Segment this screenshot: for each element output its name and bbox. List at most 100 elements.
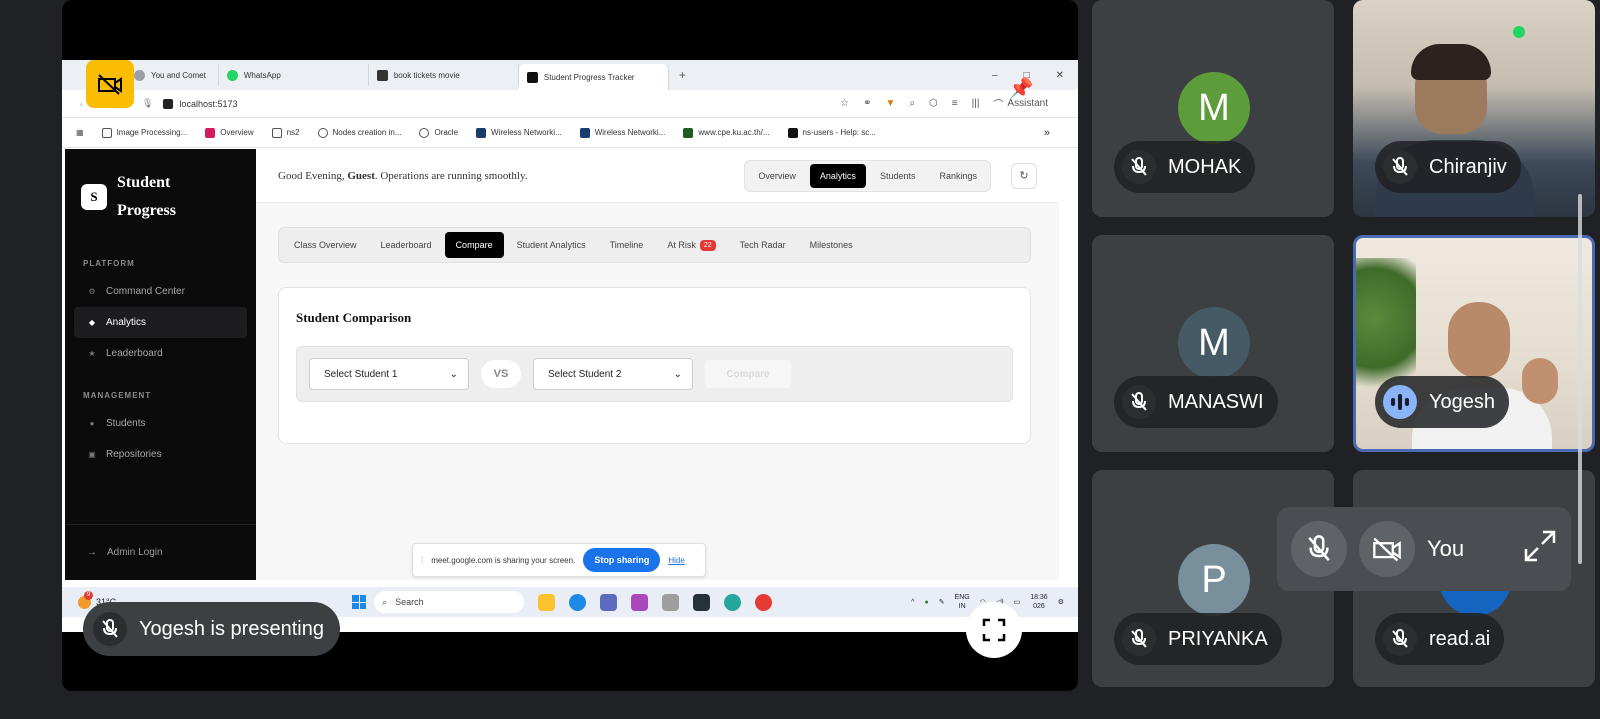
mic-toggle-button[interactable]	[1291, 521, 1347, 577]
presenting-text: Yogesh is presenting	[139, 617, 324, 640]
expand-icon[interactable]	[1523, 529, 1557, 569]
top-bar: Good Evening, Guest. Operations are runn…	[256, 149, 1059, 203]
tab-analytics[interactable]: Analytics	[809, 163, 866, 188]
refresh-button[interactable]: ↻	[1011, 162, 1037, 189]
metamask-icon[interactable]: ▼	[886, 98, 896, 109]
pen-icon[interactable]: ✎	[939, 598, 945, 606]
sidebar-item-command-center[interactable]: ⚙ Command Center	[74, 276, 247, 307]
stop-sharing-button[interactable]: Stop sharing	[583, 548, 661, 572]
participant-tile[interactable]: M MOHAK	[1092, 0, 1334, 217]
address-bar[interactable]: localhost:5173	[163, 98, 237, 109]
sidebar-item-label: Repositories	[106, 449, 162, 460]
subtab-class-overview[interactable]: Class Overview	[283, 232, 368, 258]
copilot-icon[interactable]	[631, 593, 649, 611]
compare-button[interactable]: Compare	[705, 360, 791, 388]
apps-grid-icon[interactable]: ▦	[76, 128, 84, 137]
fullscreen-button[interactable]	[966, 602, 1022, 658]
subtab-milestones[interactable]: Milestones	[799, 232, 864, 258]
sidebar-item-repositories[interactable]: ▣ Repositories	[74, 439, 247, 470]
participant-name: Yogesh	[1429, 390, 1495, 413]
subtab-tech-radar[interactable]: Tech Radar	[729, 232, 797, 258]
notification-icon[interactable]: ⚙	[1058, 598, 1064, 606]
pin-icon[interactable]: 📌	[1006, 70, 1036, 106]
taskbar-apps	[538, 593, 773, 611]
bookmark[interactable]: Nodes creation in...	[317, 127, 401, 138]
minimize-icon[interactable]: –	[992, 70, 998, 81]
windows-start-icon[interactable]	[352, 595, 367, 609]
participant-tile[interactable]: M MANASWI	[1092, 235, 1334, 452]
menu-lines-icon[interactable]: ≡	[952, 98, 958, 109]
participant-nametag: MOHAK	[1114, 141, 1256, 193]
teams-icon[interactable]	[600, 593, 618, 611]
comparison-card: Student Comparison Select Student 1 ⌄ VS…	[278, 287, 1031, 444]
bookmark[interactable]: Wireless Networki...	[476, 127, 562, 138]
bookmark[interactable]: ns-users - Help: sc...	[787, 127, 876, 138]
microphone-icon[interactable]: ●	[924, 599, 928, 606]
bookmark[interactable]: Wireless Networki...	[579, 127, 665, 138]
bookmark[interactable]: Image Processing...	[101, 127, 187, 138]
app-icon[interactable]	[693, 593, 711, 611]
link-icon[interactable]: ⚭	[863, 98, 871, 109]
battery-icon[interactable]: ▭	[1014, 598, 1021, 606]
participant-tile-active-speaker[interactable]: Yogesh	[1353, 235, 1595, 452]
browser-tab[interactable]: WhatsApp	[219, 64, 369, 86]
lang-top: ENG	[954, 594, 970, 601]
tab-overview[interactable]: Overview	[748, 164, 806, 188]
participant-nametag: Yogesh	[1375, 376, 1509, 428]
subtab-leaderboard[interactable]: Leaderboard	[370, 232, 443, 258]
extensions-icon[interactable]: ⬡	[929, 98, 938, 109]
student-2-select[interactable]: Select Student 2 ⌄	[533, 358, 693, 390]
sidebar-item-analytics[interactable]: ◆ Analytics	[74, 307, 247, 338]
mic-off-icon	[1383, 150, 1417, 184]
clock[interactable]: 18:36 026	[1030, 593, 1048, 611]
microphone-icon[interactable]: 🎙	[142, 98, 153, 109]
sidebar-item-students[interactable]: ● Students	[74, 408, 247, 439]
camera-toggle-button[interactable]	[1359, 521, 1415, 577]
bookmark-label: Wireless Networki...	[491, 128, 562, 137]
avatar: P	[1178, 544, 1250, 616]
logo: S	[81, 184, 107, 210]
bookmark[interactable]: Oracle	[419, 127, 458, 138]
drag-handle-icon[interactable]: ⁞	[421, 556, 423, 565]
hide-link[interactable]: Hide	[668, 556, 684, 565]
tiles-scrollbar[interactable]	[1578, 194, 1582, 564]
edge-icon[interactable]	[569, 593, 587, 611]
participant-tile[interactable]: Chiranjiv	[1353, 0, 1595, 217]
bookmark[interactable]: ns2	[271, 127, 300, 138]
comet-icon[interactable]	[724, 593, 742, 611]
close-icon[interactable]: ✕	[1056, 70, 1064, 81]
subtab-student-analytics[interactable]: Student Analytics	[506, 232, 597, 258]
arrow-right-icon: →	[87, 547, 97, 558]
bookmark[interactable]: www.cpe.ku.ac.th/...	[683, 127, 770, 138]
browser-tab[interactable]: book tickets movie	[369, 64, 519, 86]
bookmark-label: ns2	[286, 128, 300, 137]
admin-login-link[interactable]: → Admin Login	[65, 524, 256, 580]
file-explorer-icon[interactable]	[538, 593, 556, 611]
taskbar-search[interactable]: ⌕ Search	[374, 591, 525, 613]
subtab-timeline[interactable]: Timeline	[599, 232, 655, 258]
chevron-up-icon[interactable]: ^	[911, 599, 914, 606]
more-bookmarks-icon[interactable]: »	[1044, 127, 1078, 139]
sidebar-item-leaderboard[interactable]: ★ Leaderboard	[74, 338, 247, 369]
new-tab-button[interactable]: +	[669, 68, 696, 82]
browser-tab-active[interactable]: Student Progress Tracker	[518, 64, 669, 90]
tab-students[interactable]: Students	[870, 164, 926, 188]
snipping-tool-icon[interactable]	[662, 593, 680, 611]
subtab-at-risk[interactable]: At Risk 22	[656, 232, 726, 259]
language-indicator[interactable]: ENG IN	[955, 593, 970, 611]
zoom-icon[interactable]: ⌕	[909, 98, 915, 109]
bookmark[interactable]: Overview	[205, 127, 254, 138]
student-1-select[interactable]: Select Student 1 ⌄	[309, 358, 469, 390]
bookmarks-bar: ▦ Image Processing... Overview ns2 Nodes…	[62, 118, 1078, 148]
back-icon[interactable]: ‹	[80, 99, 83, 109]
presenter-label: Yogesh is presenting	[83, 602, 340, 656]
site-info-icon[interactable]	[163, 98, 174, 109]
greeting-prefix: Good Evening,	[278, 169, 345, 182]
select-value: Select Student 1	[324, 368, 398, 380]
tab-rankings[interactable]: Rankings	[929, 164, 987, 188]
audio-icon[interactable]: |||	[972, 98, 980, 109]
star-icon[interactable]: ☆	[840, 98, 849, 109]
camera-off-icon	[1373, 537, 1401, 562]
chrome-icon[interactable]	[755, 593, 773, 611]
subtab-compare[interactable]: Compare	[444, 232, 504, 258]
